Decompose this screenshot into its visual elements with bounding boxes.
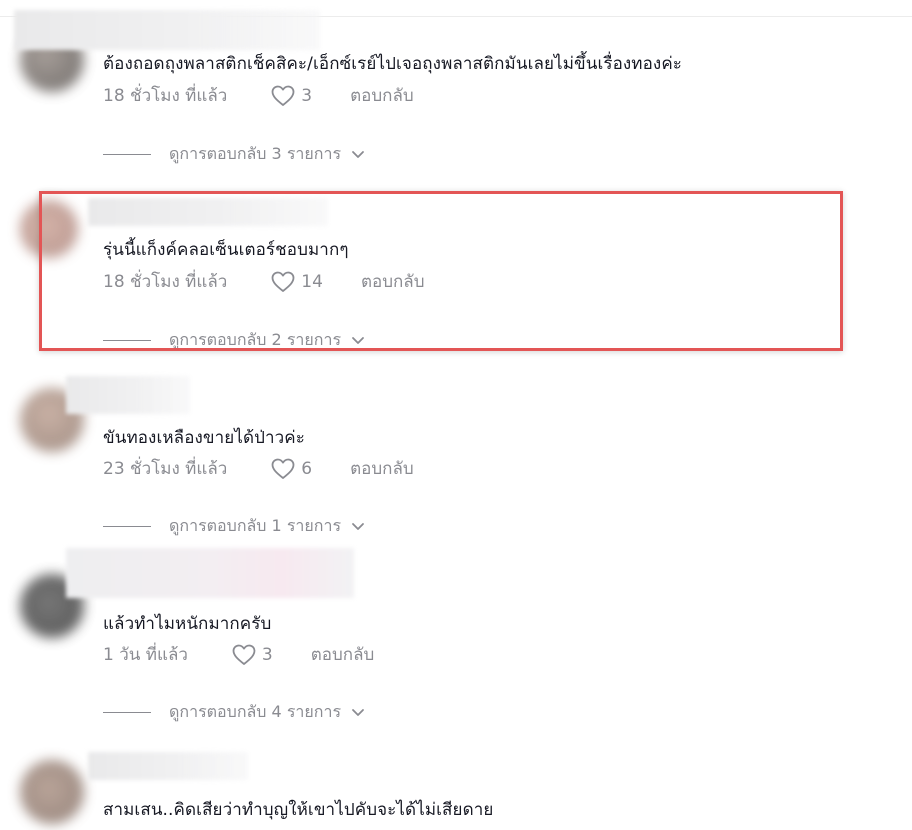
comment-meta: 18 ชั่วโมง ที่แล้ว 3 ตอบกลับ <box>103 82 414 109</box>
comment-text: สามเสน..คิดเสียว่าทำบุญให้เขาไปคับจะได้ไ… <box>103 800 494 820</box>
reply-button[interactable]: ตอบกลับ <box>350 455 414 482</box>
comment-text: แล้วทำไมหนักมากครับ <box>103 614 272 634</box>
like-count: 3 <box>301 85 313 106</box>
divider-line <box>103 526 151 527</box>
like-button[interactable]: 3 <box>232 644 273 666</box>
comment-text: ขันทองเหลืองขายได้ป่าวค่ะ <box>103 428 306 448</box>
comment-meta <box>103 824 363 830</box>
reply-button[interactable]: ตอบกลับ <box>350 82 414 109</box>
divider-line <box>103 154 151 155</box>
like-count: 6 <box>301 458 313 479</box>
heart-outline-icon <box>232 644 256 665</box>
highlight-box <box>39 191 843 351</box>
chevron-down-icon <box>352 522 364 530</box>
comment-timestamp: 23 ชั่วโมง ที่แล้ว <box>103 459 228 479</box>
comment-meta: 1 วัน ที่แล้ว 3 ตอบกลับ <box>103 641 374 668</box>
avatar[interactable] <box>20 760 84 824</box>
chevron-down-icon <box>352 150 364 158</box>
like-button[interactable]: 3 <box>271 85 312 107</box>
view-replies-label: ดูการตอบกลับ 4 รายการ <box>169 702 342 721</box>
like-count: 3 <box>261 644 273 665</box>
view-replies-button[interactable]: ดูการตอบกลับ 3 รายการ <box>103 142 365 167</box>
username-redacted <box>88 752 248 780</box>
comment-text: ต้องถอดถุงพลาสติกเช็คสิคะ/เอ็กซ์เรย์ไปเจ… <box>103 54 683 74</box>
comment-timestamp: 1 วัน ที่แล้ว <box>103 645 188 665</box>
like-button[interactable]: 6 <box>271 458 312 480</box>
view-replies-button[interactable]: ดูการตอบกลับ 1 รายการ <box>103 514 365 539</box>
heart-outline-icon <box>271 458 295 479</box>
username-redacted <box>14 10 320 50</box>
username-redacted <box>66 548 354 598</box>
username-redacted <box>66 376 190 414</box>
divider-line <box>103 712 151 713</box>
heart-outline-icon <box>271 85 295 106</box>
view-replies-label: ดูการตอบกลับ 3 รายการ <box>169 144 342 163</box>
view-replies-label: ดูการตอบกลับ 1 รายการ <box>169 516 342 535</box>
comment-meta: 23 ชั่วโมง ที่แล้ว 6 ตอบกลับ <box>103 455 414 482</box>
chevron-down-icon <box>352 708 364 716</box>
view-replies-button[interactable]: ดูการตอบกลับ 4 รายการ <box>103 700 365 725</box>
comment-timestamp: 18 ชั่วโมง ที่แล้ว <box>103 86 228 106</box>
reply-button[interactable]: ตอบกลับ <box>311 641 375 668</box>
